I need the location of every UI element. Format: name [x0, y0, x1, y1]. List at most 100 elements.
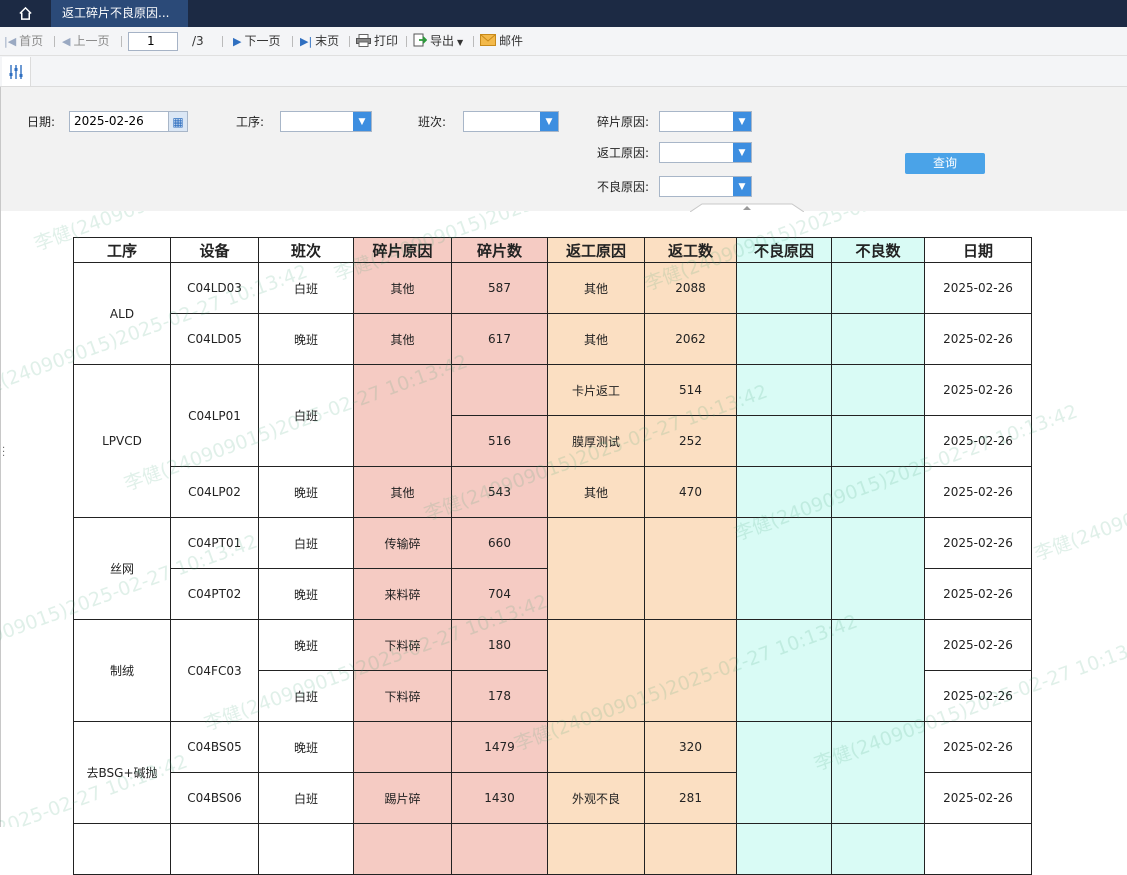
fragment-reason-cell: 踢片碎 — [353, 772, 452, 824]
rework-reason-cell: 其他 — [547, 313, 645, 365]
mail-icon — [480, 27, 496, 56]
fragment-reason-label: 碎片原因: — [597, 115, 650, 129]
table-row: 去BSG+碱抛 C04BS05 晚班 1479 320 2025-02-26 — [73, 721, 1032, 824]
date-field[interactable]: 2025-02-26 ▦ — [69, 111, 188, 132]
last-page-icon: ▶| — [300, 35, 313, 48]
chevron-down-icon[interactable]: ▼ — [733, 143, 751, 162]
top-tab-bar: 返工碎片不良原因... — [0, 0, 1127, 27]
date-cell: 2025-02-26 — [924, 415, 1032, 467]
home-icon[interactable] — [0, 0, 50, 27]
defect-reason-cell — [736, 721, 832, 824]
column-header: 不良原因 — [736, 237, 832, 263]
column-header: 班次 — [258, 237, 354, 263]
export-button[interactable]: 导出 ▼ — [413, 27, 466, 56]
query-button[interactable]: 查询 — [905, 153, 985, 174]
table-cell — [831, 823, 925, 875]
page-total: /3 — [192, 34, 204, 48]
date-cell: 2025-02-26 — [924, 517, 1032, 569]
last-page-button[interactable]: ▶| 末页 — [300, 27, 339, 56]
column-header: 碎片原因 — [353, 237, 452, 263]
rework-reason-cell — [547, 721, 645, 773]
toolbar-divider — [222, 36, 223, 47]
defect-reason-select[interactable]: ▼ — [659, 176, 752, 197]
prev-page-label: 上一页 — [73, 34, 110, 48]
fragment-count-cell: 543 — [451, 466, 548, 518]
column-header: 设备 — [170, 237, 259, 263]
rework-reason-cell: 卡片返工 — [547, 364, 645, 416]
mail-label: 邮件 — [499, 34, 524, 48]
calendar-icon[interactable]: ▦ — [168, 112, 187, 131]
process-select[interactable]: ▼ — [280, 111, 372, 132]
shift-cell: 晚班 — [258, 313, 354, 365]
date-label: 日期: — [27, 115, 56, 129]
column-header: 工序 — [73, 237, 171, 263]
export-icon — [413, 27, 428, 56]
fragment-reason-cell: 下料碎 — [353, 670, 452, 722]
defect-reason-cell — [736, 313, 832, 365]
chevron-down-icon: ▼ — [457, 38, 464, 47]
fragment-count-cell: 704 — [451, 568, 548, 620]
defect-count-cell — [831, 364, 925, 416]
chevron-down-icon[interactable]: ▼ — [540, 112, 558, 131]
print-button[interactable]: 打印 — [356, 27, 398, 56]
fragment-reason-cell: 来料碎 — [353, 568, 452, 620]
tab-report[interactable]: 返工碎片不良原因... — [51, 0, 188, 27]
rework-reason-cell: 膜厚测试 — [547, 415, 645, 467]
table-row: C04LD05 晚班 其他 617 其他 2062 2025-02-26 — [74, 313, 1032, 365]
table-cell — [736, 823, 832, 875]
first-page-label: 首页 — [19, 34, 44, 48]
table-cell — [547, 823, 645, 875]
table-row: 制绒 C04FC03 晚班 下料碎 180 2025-02-26 — [73, 619, 1032, 722]
fragment-reason-cell — [353, 721, 452, 773]
fragment-count-cell: 516 — [451, 415, 548, 467]
resize-handle-icon[interactable]: · · · — [2, 444, 5, 462]
device-cell: C04LD05 — [170, 313, 259, 365]
shift-label: 班次: — [418, 115, 447, 129]
date-cell: 2025-02-26 — [924, 262, 1032, 314]
fragment-reason-select[interactable]: ▼ — [659, 111, 752, 132]
first-page-button[interactable]: |◀ 首页 — [4, 27, 43, 56]
chevron-down-icon[interactable]: ▼ — [353, 112, 371, 131]
date-cell: 2025-02-26 — [924, 670, 1032, 722]
process-label: 工序: — [236, 115, 265, 129]
fragment-count-cell: 1479 — [451, 721, 548, 773]
column-header: 返工数 — [644, 237, 737, 263]
date-cell: 2025-02-26 — [924, 772, 1032, 824]
device-cell: C04BS06 — [170, 772, 259, 824]
defect-count-cell — [831, 466, 925, 518]
fragment-count-cell: 660 — [451, 517, 548, 569]
column-header: 不良数 — [831, 237, 925, 263]
filter-toggle-icon[interactable] — [2, 57, 31, 86]
defect-reason-cell — [736, 619, 832, 722]
chevron-down-icon[interactable]: ▼ — [733, 112, 751, 131]
next-page-icon: ▶ — [233, 35, 242, 48]
table-row: LPVCD C04LP01 白班 卡片返工 514 2025-02-26 — [73, 364, 1032, 518]
collapse-form-icon[interactable] — [690, 203, 804, 212]
page-number-input[interactable]: 1 — [128, 32, 178, 51]
process-cell: 制绒 — [73, 619, 171, 722]
filter-strip — [0, 56, 1127, 87]
fragment-reason-cell: 其他 — [353, 262, 452, 314]
mail-button[interactable]: 邮件 — [480, 27, 523, 56]
rework-reason-select[interactable]: ▼ — [659, 142, 752, 163]
table-cell — [451, 823, 548, 875]
column-header: 返工原因 — [547, 237, 645, 263]
defect-reason-cell — [736, 415, 832, 467]
table-row: C04LP02 晚班 其他 543 其他 470 2025-02-26 — [74, 466, 1032, 518]
chevron-down-icon[interactable]: ▼ — [733, 177, 751, 196]
printer-icon — [356, 27, 371, 56]
export-label: 导出 — [430, 34, 455, 48]
table-header-row: 工序 设备 班次 碎片原因 碎片数 返工原因 返工数 不良原因 不良数 日期 — [73, 237, 1032, 263]
date-cell: 2025-02-26 — [924, 568, 1032, 620]
shift-cell: 晚班 — [258, 619, 354, 671]
defect-count-cell — [831, 313, 925, 365]
prev-page-button[interactable]: ◀ 上一页 — [62, 27, 109, 56]
panel-border — [0, 87, 1, 827]
toolbar-divider — [292, 36, 293, 47]
shift-cell: 白班 — [258, 364, 354, 467]
table-cell — [73, 823, 171, 875]
shift-select[interactable]: ▼ — [463, 111, 559, 132]
process-cell: 丝网 — [73, 517, 171, 620]
column-header: 日期 — [924, 237, 1032, 263]
next-page-button[interactable]: ▶ 下一页 — [233, 27, 280, 56]
